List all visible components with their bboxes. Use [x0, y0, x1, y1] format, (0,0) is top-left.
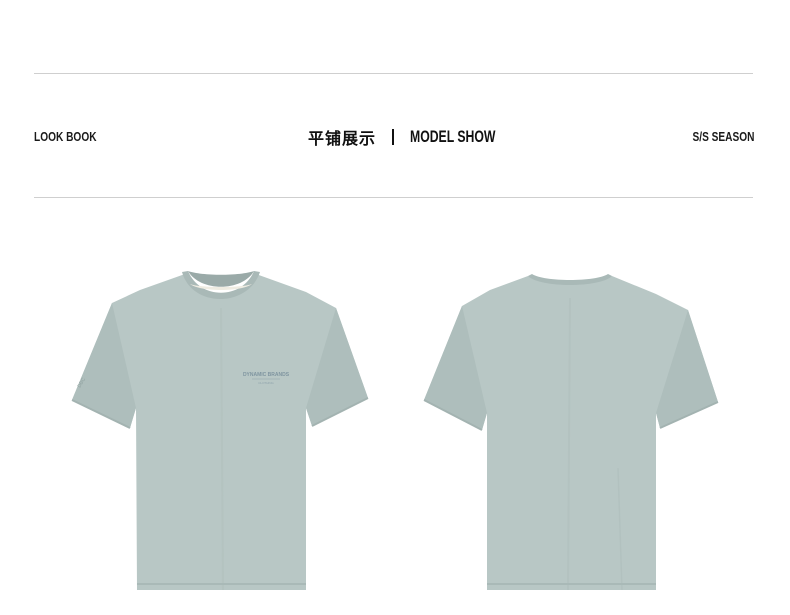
chest-print-subtext: CLOTHING — [258, 381, 274, 385]
top-divider — [34, 73, 753, 74]
tshirt-front-illustration: DBC DYNAMIC BRANDS CLOTHING — [71, 271, 369, 590]
section-title-cn: 平铺展示 — [307, 129, 376, 148]
tshirt-front-image: DBC DYNAMIC BRANDS CLOTHING — [70, 268, 370, 598]
chest-print-text: DYNAMIC BRANDS — [243, 372, 290, 378]
tshirt-back-illustration — [423, 274, 719, 591]
season-label: S/S SEASON — [692, 129, 754, 144]
section-title: 平铺展示 MODEL SHOW — [0, 125, 790, 149]
title-separator — [392, 129, 394, 145]
bottom-divider — [34, 197, 753, 198]
tshirt-back-image — [420, 268, 720, 598]
section-title-en: MODEL SHOW — [410, 127, 496, 146]
